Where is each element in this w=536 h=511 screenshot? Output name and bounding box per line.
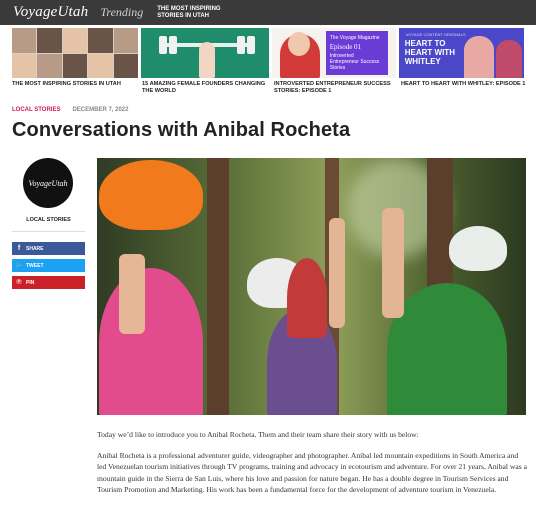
article-meta: LOCAL STORIES DECEMBER 7, 2022 (12, 107, 128, 113)
article-sidebar: VoyageUtah LOCAL STORIES f SHARE 🐦 TWEET… (12, 158, 85, 289)
share-label: SHARE (26, 245, 44, 252)
magazine-episode: Episode 01 (329, 43, 362, 51)
trending-tile-4-image[interactable]: VOYAGE CONTENT ORIGINALS HEART TO HEART … (398, 28, 524, 78)
pin-label: PIN (26, 279, 35, 286)
site-logo[interactable]: VoyageUtah (13, 4, 88, 21)
trending-strip: The Voyage Magazine Episode 01 Introvert… (12, 28, 524, 78)
twitter-icon: 🐦 (14, 262, 24, 270)
facebook-share-button[interactable]: f SHARE (12, 242, 85, 255)
trending-caption-4[interactable]: HEART TO HEART WITH WHITLEY: EPISODE 1 (401, 81, 531, 95)
twitter-share-button[interactable]: 🐦 TWEET (12, 259, 85, 272)
article-hero-image (97, 158, 526, 415)
trending-tile-3-image[interactable]: The Voyage Magazine Episode 01 Introvert… (272, 28, 396, 78)
trending-tile-2-image[interactable] (141, 28, 270, 78)
trending-caption-3[interactable]: INTROVERTED ENTREPRENEUR SUCCESS STORIES… (274, 81, 398, 95)
trending-caption-1[interactable]: THE MOST INSPIRING STORIES IN UTAH (12, 81, 139, 95)
pinterest-share-button[interactable]: ℗ PIN (12, 276, 85, 289)
author-label[interactable]: LOCAL STORIES (12, 217, 85, 223)
magazine-brand: The Voyage Magazine (329, 35, 380, 41)
category-link[interactable]: LOCAL STORIES (12, 107, 60, 113)
publish-date: DECEMBER 7, 2022 (72, 107, 129, 113)
top-bar: VoyageUtah Trending THE MOST INSPIRING S… (0, 0, 536, 25)
article-title: Conversations with Anibal Rocheta (12, 119, 351, 141)
tweet-label: TWEET (26, 262, 44, 269)
originals-badge: VOYAGE CONTENT ORIGINALS (405, 32, 466, 37)
trending-caption-2[interactable]: 15 AMAZING FEMALE FOUNDERS CHANGING THE … (142, 81, 271, 95)
pinterest-icon: ℗ (16, 279, 22, 286)
trending-label: Trending (100, 5, 144, 19)
article-body: Anibal Rocheta is a professional adventu… (97, 451, 527, 494)
trending-promo-link[interactable]: THE MOST INSPIRING STORIES IN UTAH (157, 6, 247, 20)
article-intro: Today we’d like to introduce you to Anib… (97, 430, 419, 439)
author-avatar[interactable]: VoyageUtah (23, 158, 73, 208)
avatar-logo-text: VoyageUtah (28, 178, 68, 188)
trending-captions: THE MOST INSPIRING STORIES IN UTAH 15 AM… (12, 81, 532, 95)
sidebar-divider (12, 231, 85, 232)
heart-to-heart-title: HEART TO HEART WITH WHITLEY (404, 39, 455, 66)
trending-tile-1-image[interactable] (12, 28, 139, 78)
facebook-icon: f (17, 245, 21, 252)
magazine-title: Introverted Entrepreneur Success Stories (329, 53, 380, 71)
